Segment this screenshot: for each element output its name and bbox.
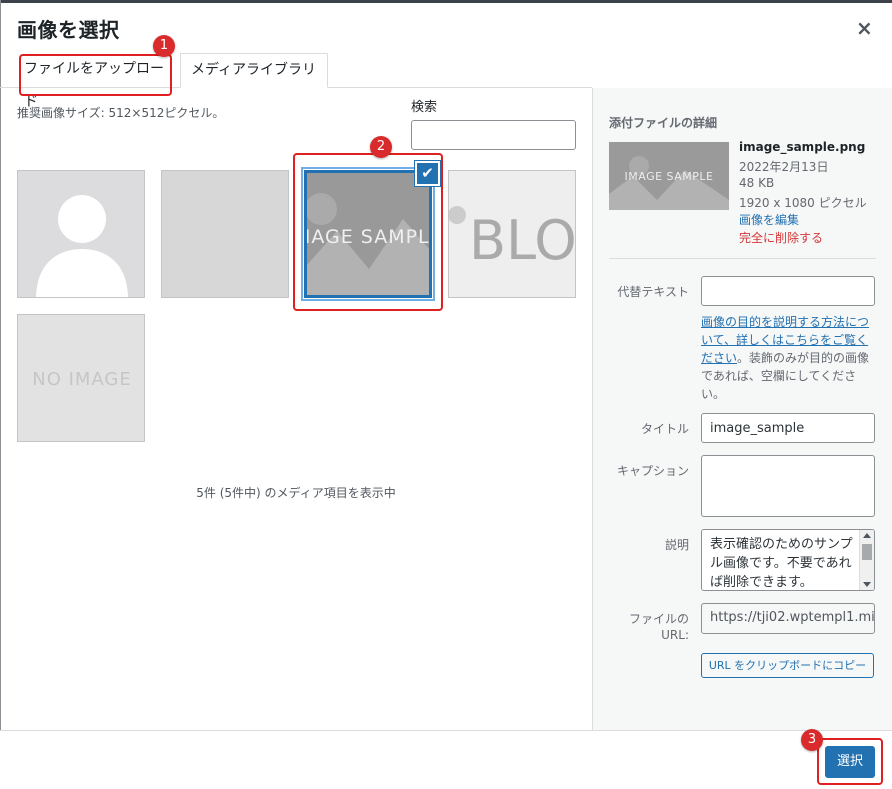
media-item-blank[interactable] [161,170,289,298]
attachment-dimensions: 1920 x 1080 ピクセル [739,196,867,210]
modal-title: 画像を選択 [17,18,120,42]
blog-logo-text: BLOG [469,209,576,272]
description-text: 表示確認のためのサンプル画像です。不要であれば削除できます。 [710,537,853,590]
annotation-badge-2: 2 [370,136,392,158]
annotation-highlight-select-button [817,738,883,785]
title-label: タイトル [640,422,689,436]
alt-text-help: 画像の目的を説明する方法について、詳しくはこちらをご覧ください。装飾のみが目的の… [701,313,875,403]
close-icon[interactable]: × [856,16,873,40]
attachment-thumb-text: IMAGE SAMPLE [625,170,714,183]
annotation-highlight-upload-tab [19,54,172,96]
edit-image-link[interactable]: 画像を編集 [739,211,799,228]
description-scrollbar[interactable] [859,530,874,590]
search-input[interactable] [411,120,576,150]
modal-footer [0,730,892,789]
scroll-thumb[interactable] [862,544,872,560]
blog-logo-thumbnail: BLOG [449,171,576,297]
description-label: 説明 [664,538,689,552]
file-url-label: ファイルの URL: [628,612,689,642]
alt-text-label: 代替テキスト [617,285,689,299]
delete-permanently-link[interactable]: 完全に削除する [739,229,823,246]
attachment-date: 2022年2月13日 [739,160,829,174]
tab-media-library[interactable]: メディアライブラリ [180,53,328,88]
copy-url-button[interactable]: URL をクリップボードにコピー [701,653,874,678]
attachment-details-heading: 添付ファイルの詳細 [609,116,718,130]
annotation-highlight-selected-image [293,153,443,311]
annotation-badge-3: 3 [801,729,823,751]
attachment-filename: image_sample.png [739,140,866,154]
attachment-thumbnail-image: IMAGE SAMPLE [609,142,729,210]
media-item-blog-logo[interactable]: BLOG [448,170,576,298]
search-label: 検索 [411,100,438,115]
title-input[interactable] [701,413,875,443]
description-textarea[interactable]: 表示確認のためのサンプル画像です。不要であれば削除できます。 [701,529,875,591]
media-count: 5件 (5件中) のメディア項目を表示中 [196,486,396,500]
sidebar-divider [609,258,876,259]
caption-label: キャプション [616,464,689,478]
alt-text-input[interactable] [701,276,875,306]
scroll-down-icon[interactable] [863,582,871,587]
caption-textarea[interactable] [701,455,875,517]
avatar-silhouette-icon [18,171,144,297]
attachment-thumbnail: IMAGE SAMPLE [609,142,729,210]
modal-left-edge [0,0,1,789]
no-image-thumbnail: NO IMAGE [18,315,144,441]
background-page-strip [0,0,892,3]
media-item-no-image[interactable]: NO IMAGE [17,314,145,442]
scroll-up-icon[interactable] [863,533,871,538]
file-url-input[interactable]: https://tji02.wptempl1.mixh [701,603,875,634]
annotation-badge-1: 1 [153,35,175,57]
media-item-avatar-placeholder[interactable] [17,170,145,298]
no-image-text: NO IMAGE [32,369,132,390]
recommended-size-hint: 推奨画像サイズ: 512×512ピクセル。 [17,106,225,120]
attachment-size: 48 KB [739,176,775,190]
